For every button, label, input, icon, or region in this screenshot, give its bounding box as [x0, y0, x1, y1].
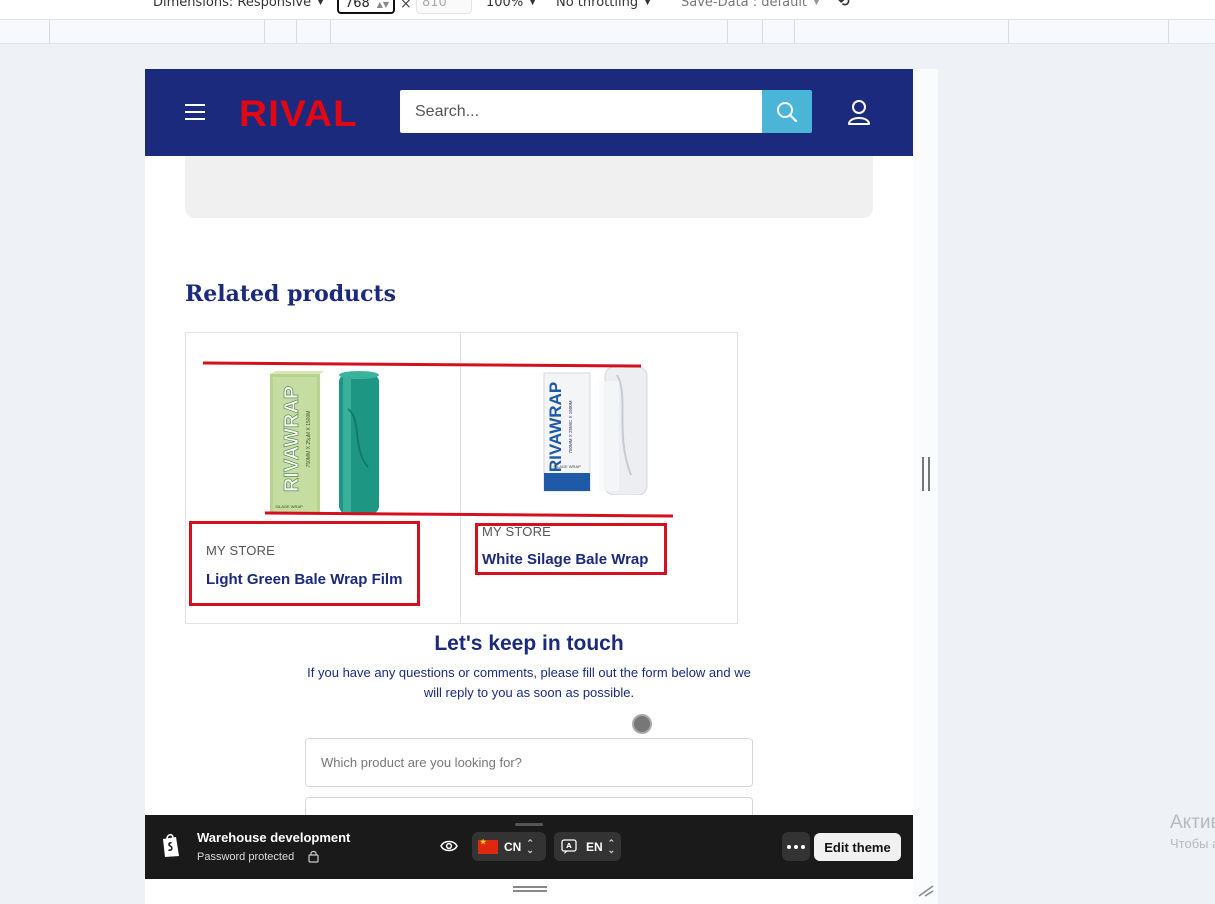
cursor-indicator	[632, 714, 652, 734]
throttling-label: No throttling	[556, 0, 639, 10]
country-code: CN	[504, 839, 522, 854]
caret-down-icon: ▼	[644, 0, 651, 7]
devtools-toolbar: Dimensions: Responsive ▼ 768 ▲▼ × 810 100%…	[0, 0, 1215, 19]
annotation-box	[189, 521, 420, 606]
caret-down-icon: ▼	[317, 0, 325, 7]
height-input[interactable]: 810	[416, 0, 472, 14]
menu-icon[interactable]	[185, 104, 205, 120]
dimensions-label: Dimensions: Responsive	[153, 0, 312, 10]
svg-text:A: A	[566, 842, 572, 850]
zoom-label: 100%	[486, 0, 524, 10]
save-data-dropdown[interactable]: Save-Data : default ▼	[681, 0, 820, 10]
store-name: Warehouse development	[197, 830, 351, 845]
country-selector[interactable]: CN ⌃⌄	[472, 832, 546, 861]
annotation-lines	[202, 361, 674, 518]
resize-handle-vertical[interactable]	[922, 457, 930, 491]
language-selector[interactable]: A EN ⌃ ⌄	[554, 832, 621, 861]
more-options-button[interactable]	[782, 832, 810, 861]
device-viewport: RIVAL Related products RIVAWRAP 750MM X …	[145, 69, 913, 904]
contact-heading: Let's keep in touch	[434, 632, 624, 655]
drag-handle[interactable]	[515, 823, 543, 826]
height-placeholder: 810	[422, 0, 447, 10]
preview-bar: Warehouse development Password protected…	[145, 815, 913, 879]
spinner-icon[interactable]: ▲▼	[377, 0, 389, 9]
chevron-updown-icon: ⌃ ⌄	[607, 837, 616, 855]
edit-theme-button[interactable]: Edit theme	[814, 833, 901, 861]
translate-icon: A	[561, 838, 577, 854]
windows-activation-title: Активация Windows	[1170, 812, 1215, 833]
caret-down-icon: ▼	[529, 0, 537, 7]
resize-handle-horizontal[interactable]	[513, 886, 547, 892]
site-header: RIVAL	[145, 69, 913, 156]
china-flag-icon	[478, 838, 498, 854]
product-field[interactable]	[305, 738, 753, 787]
rotate-icon[interactable]: ⟲	[838, 0, 858, 14]
caret-down-icon: ▼	[813, 0, 820, 7]
zoom-dropdown[interactable]: 100% ▼	[486, 0, 536, 10]
resize-corner-icon[interactable]	[917, 883, 935, 897]
contact-subtitle: If you have any questions or comments, p…	[307, 665, 751, 700]
search-icon	[777, 101, 798, 122]
dimensions-dropdown[interactable]: Dimensions: Responsive ▼	[153, 0, 324, 10]
windows-activation-text: Чтобы активировать Windows, перейдите в …	[1170, 836, 1215, 851]
password-status: Password protected	[197, 851, 295, 863]
shopify-bag-icon	[163, 833, 179, 857]
annotation-box	[475, 523, 667, 575]
media-query-ruler	[0, 19, 1215, 44]
width-input[interactable]: 768 ▲▼	[337, 0, 395, 14]
eye-icon[interactable]	[440, 839, 458, 853]
lock-icon	[308, 850, 319, 863]
related-products-heading: Related products	[185, 281, 397, 307]
product-panel-bottom	[185, 156, 873, 218]
search-input[interactable]	[400, 90, 762, 133]
throttling-dropdown[interactable]: No throttling ▼	[556, 0, 651, 10]
account-icon[interactable]	[847, 99, 871, 125]
language-code: EN	[586, 839, 603, 854]
chevron-updown-icon: ⌃ ⌄	[526, 837, 534, 855]
times-sign: ×	[400, 0, 412, 12]
save-data-label: Save-Data : default	[681, 0, 808, 10]
brand-logo[interactable]: RIVAL	[239, 93, 358, 135]
search-button[interactable]	[762, 90, 812, 133]
width-value: 768	[345, 0, 370, 11]
